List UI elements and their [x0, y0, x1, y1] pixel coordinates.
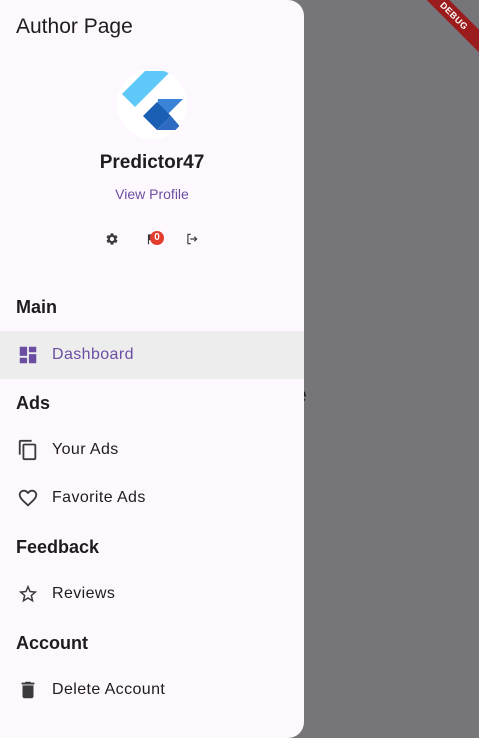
section-header-ads: Ads — [16, 393, 51, 413]
copy-icon — [16, 438, 40, 462]
nav-item-label: Favorite Ads — [52, 489, 146, 506]
nav-item-delete-account[interactable]: Delete Account — [0, 666, 304, 714]
notification-badge: 0 — [150, 231, 164, 245]
nav-item-label: Reviews — [52, 585, 116, 602]
nav-item-your-ads[interactable]: Your Ads — [0, 426, 304, 474]
star-icon — [16, 582, 40, 606]
heart-icon — [16, 486, 40, 510]
logout-button[interactable] — [182, 229, 202, 249]
dashboard-icon — [16, 343, 40, 367]
nav-item-favorite-ads[interactable]: Favorite Ads — [0, 474, 304, 522]
gear-icon — [106, 233, 118, 245]
debug-banner: DEBUG — [409, 0, 479, 61]
section-header-main: Main — [16, 297, 58, 317]
section-header-feedback: Feedback — [16, 537, 100, 557]
navigation-drawer: Author Page Predictor47 View Profile 0 M… — [0, 0, 304, 738]
nav-item-label: Your Ads — [52, 441, 119, 458]
notifications-button[interactable]: 0 — [142, 229, 164, 249]
nav-item-dashboard[interactable]: Dashboard — [0, 331, 304, 379]
flutter-logo-icon — [122, 71, 183, 130]
nav-item-label: Delete Account — [52, 681, 166, 698]
username: Predictor47 — [99, 152, 205, 173]
profile-action-row: 0 — [0, 229, 304, 249]
avatar[interactable] — [117, 69, 187, 139]
trash-icon — [16, 678, 40, 702]
nav-item-label: Dashboard — [52, 346, 134, 363]
drawer-title: Author Page — [16, 15, 133, 38]
settings-button[interactable] — [102, 229, 122, 249]
nav-item-reviews[interactable]: Reviews — [0, 570, 304, 618]
section-header-account: Account — [16, 633, 88, 653]
view-profile-link[interactable]: View Profile — [0, 186, 304, 202]
logout-icon — [187, 233, 198, 245]
